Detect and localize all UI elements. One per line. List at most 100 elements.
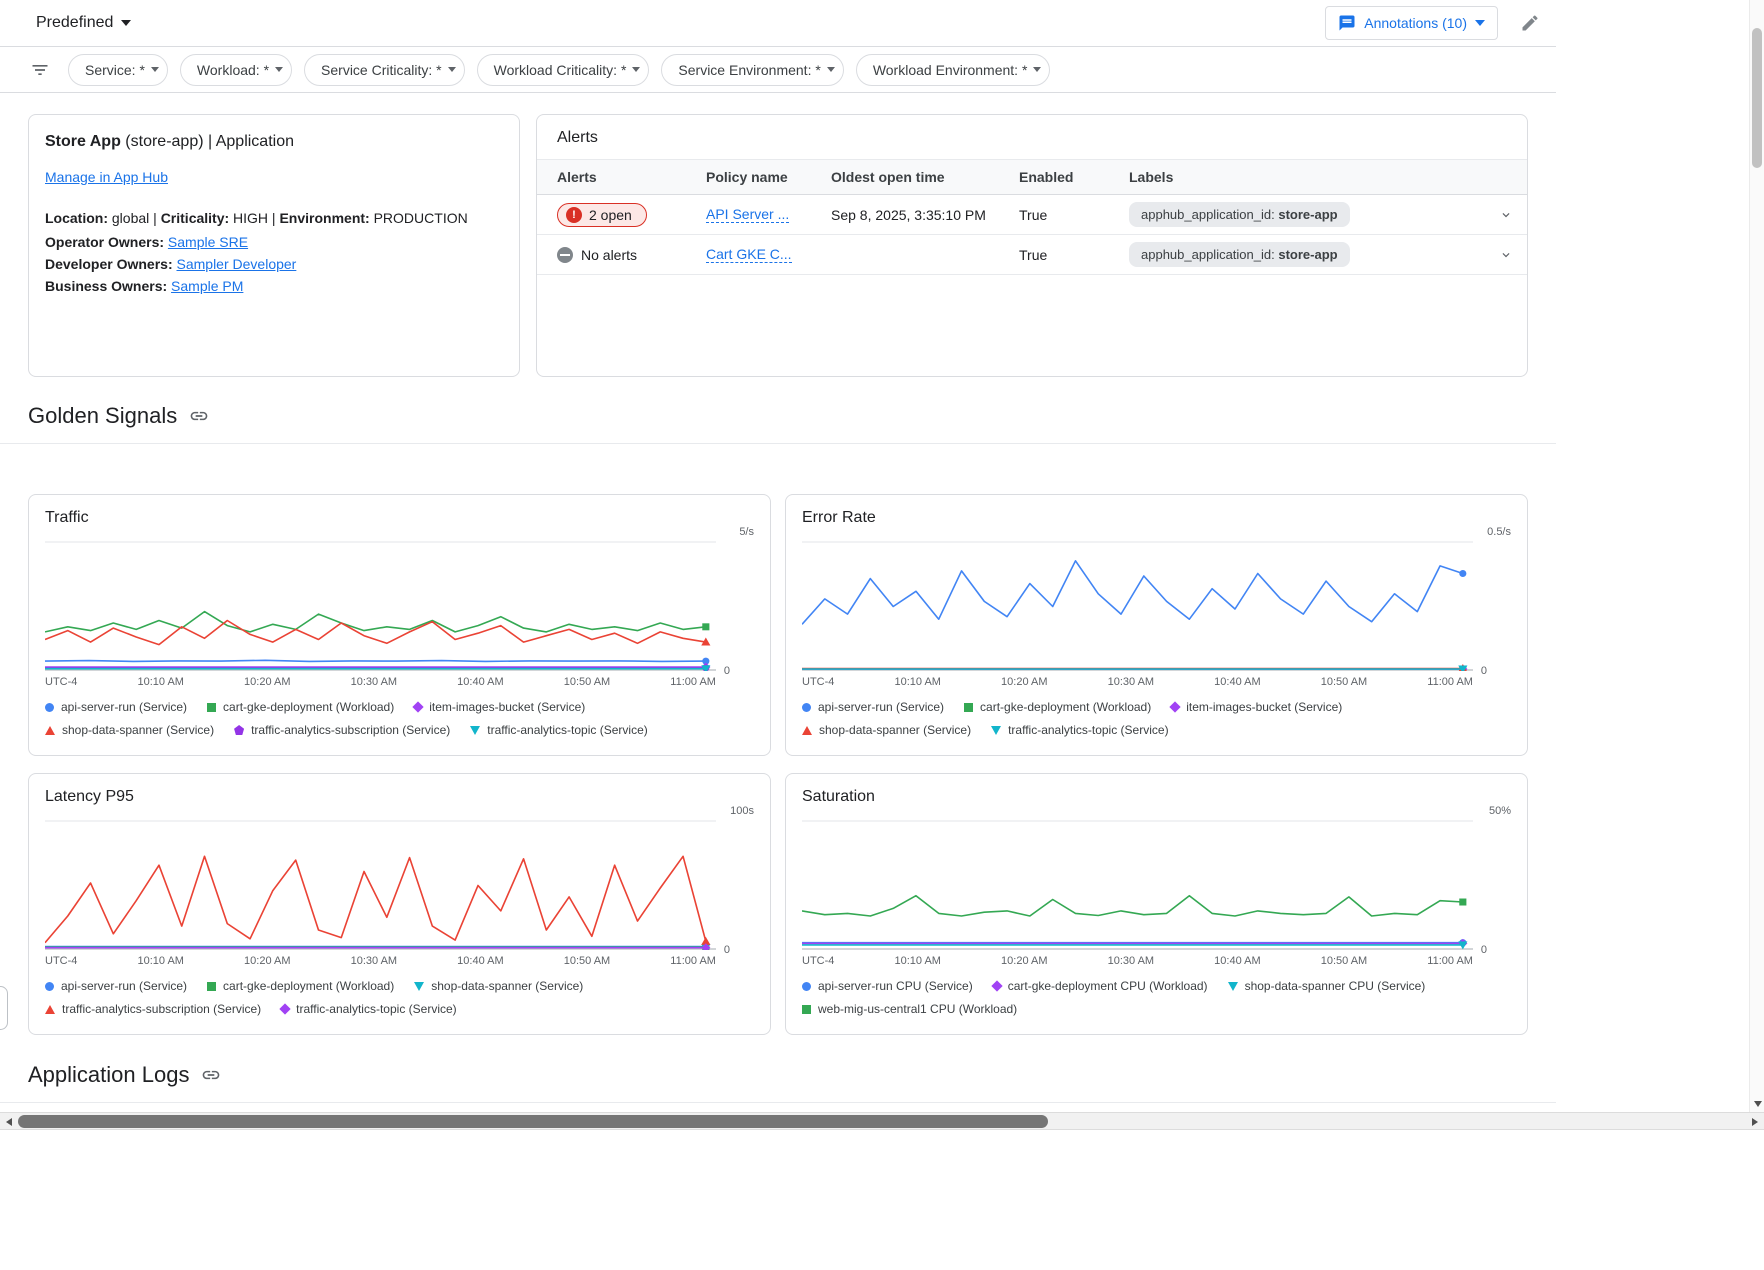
filter-chip-workload[interactable]: Workload: * [180, 54, 292, 86]
y-axis-zero-label: 0 [1481, 665, 1487, 677]
horizontal-scrollbar[interactable] [0, 1112, 1764, 1130]
series-label: api-server-run (Service) [61, 700, 187, 714]
chevron-down-icon [275, 67, 283, 72]
view-selector-label: Predefined [36, 14, 113, 32]
annotations-label: Annotations (10) [1364, 15, 1467, 31]
legend-item[interactable]: shop-data-spanner (Service) [414, 979, 583, 993]
filter-chip-workload-environment[interactable]: Workload Environment: * [856, 54, 1051, 86]
legend-item[interactable]: traffic-analytics-subscription (Service) [45, 1002, 261, 1016]
golden-signals-charts: Traffic 5/s 0 UTC-410:10 AM10:20 AM10:30… [0, 444, 1556, 1035]
legend-item[interactable]: traffic-analytics-topic (Service) [470, 723, 648, 737]
legend-item[interactable]: traffic-analytics-subscription (Service) [234, 723, 450, 737]
error-rate-chart-plot[interactable] [802, 541, 1473, 671]
application-logs-section-header: Application Logs [0, 1062, 1556, 1103]
x-tick-label: 10:30 AM [1108, 955, 1154, 967]
x-axis-ticks: UTC-410:10 AM10:20 AM10:30 AM10:40 AM10:… [802, 955, 1511, 967]
traffic-chart-plot[interactable] [45, 541, 716, 671]
annotations-icon [1338, 14, 1356, 32]
series-marker-icon [991, 980, 1002, 991]
error-icon: ! [566, 207, 582, 223]
scroll-down-arrow[interactable] [1750, 1096, 1764, 1112]
expand-row-button[interactable] [1479, 204, 1527, 226]
view-selector-dropdown[interactable]: Predefined [36, 14, 131, 32]
x-tick-label: 10:10 AM [894, 955, 940, 967]
filter-chip-workload-criticality[interactable]: Workload Criticality: * [477, 54, 650, 86]
expand-row-button[interactable] [1479, 244, 1527, 266]
horizontal-scrollbar-thumb[interactable] [18, 1115, 1048, 1128]
col-enabled: Enabled [999, 169, 1109, 185]
scroll-right-arrow[interactable] [1746, 1113, 1764, 1131]
legend-item[interactable]: item-images-bucket (Service) [1171, 700, 1342, 714]
legend-item[interactable]: api-server-run (Service) [802, 700, 944, 714]
legend-item[interactable]: traffic-analytics-topic (Service) [991, 723, 1169, 737]
series-marker-icon [45, 1005, 55, 1014]
policy-name-link[interactable]: API Server ... [706, 206, 789, 223]
series-marker-icon [991, 726, 1001, 735]
legend-item[interactable]: api-server-run CPU (Service) [802, 979, 973, 993]
developer-owner-link[interactable]: Sampler Developer [177, 256, 297, 272]
x-tick-label: 10:10 AM [137, 676, 183, 688]
vertical-scrollbar[interactable] [1749, 0, 1764, 1112]
edit-dashboard-button[interactable] [1520, 13, 1540, 33]
x-tick-label: 10:50 AM [1321, 676, 1367, 688]
application-name: Store App [45, 133, 121, 150]
application-info-card: Store App (store-app) | Application Mana… [28, 114, 520, 377]
series-marker-icon [802, 703, 811, 712]
x-axis-ticks: UTC-410:10 AM10:20 AM10:30 AM10:40 AM10:… [802, 676, 1511, 688]
filter-chip-service[interactable]: Service: * [68, 54, 168, 86]
x-tick-label: UTC-4 [802, 676, 834, 688]
y-axis-max-label: 0.5/s [1487, 526, 1511, 538]
legend-item[interactable]: shop-data-spanner CPU (Service) [1228, 979, 1426, 993]
saturation-chart-plot[interactable] [802, 820, 1473, 950]
series-marker-icon [234, 725, 244, 735]
filter-chip-label: Workload: * [197, 62, 269, 78]
series-label: item-images-bucket (Service) [429, 700, 585, 714]
x-tick-label: 10:30 AM [351, 676, 397, 688]
legend-item[interactable]: cart-gke-deployment (Workload) [964, 700, 1151, 714]
link-icon[interactable] [201, 1065, 221, 1085]
filter-chip-label: Service Environment: * [678, 62, 820, 78]
open-alerts-badge[interactable]: !2 open [557, 203, 647, 227]
x-axis-ticks: UTC-410:10 AM10:20 AM10:30 AM10:40 AM10:… [45, 955, 754, 967]
col-oldest-open-time: Oldest open time [811, 169, 999, 185]
label-chip[interactable]: apphub_application_id: store-app [1129, 242, 1350, 267]
vertical-scrollbar-thumb[interactable] [1752, 28, 1762, 168]
legend-item[interactable]: cart-gke-deployment (Workload) [207, 700, 394, 714]
label-chip[interactable]: apphub_application_id: store-app [1129, 202, 1350, 227]
policy-name-link[interactable]: Cart GKE C... [706, 246, 792, 263]
filter-chip-service-environment[interactable]: Service Environment: * [661, 54, 843, 86]
manage-in-app-hub-link[interactable]: Manage in App Hub [45, 169, 168, 185]
alert-row-open: !2 open API Server ... Sep 8, 2025, 3:35… [537, 195, 1527, 235]
scroll-left-arrow[interactable] [0, 1113, 18, 1131]
legend-item[interactable]: traffic-analytics-topic (Service) [281, 1002, 457, 1016]
alerts-table-header: Alerts Policy name Oldest open time Enab… [537, 159, 1527, 195]
filter-chip-label: Service: * [85, 62, 145, 78]
x-tick-label: UTC-4 [802, 955, 834, 967]
x-tick-label: 10:40 AM [457, 676, 503, 688]
business-owner-link[interactable]: Sample PM [171, 278, 243, 294]
legend-item[interactable]: web-mig-us-central1 CPU (Workload) [802, 1002, 1017, 1016]
x-tick-label: 10:20 AM [1001, 676, 1047, 688]
legend-item[interactable]: shop-data-spanner (Service) [45, 723, 214, 737]
filter-chip-service-criticality[interactable]: Service Criticality: * [304, 54, 465, 86]
side-panel-handle[interactable] [0, 986, 8, 1030]
operator-owner-link[interactable]: Sample SRE [168, 234, 248, 250]
filter-chip-label: Workload Criticality: * [494, 62, 627, 78]
legend-item[interactable]: api-server-run (Service) [45, 700, 187, 714]
legend-item[interactable]: shop-data-spanner (Service) [802, 723, 971, 737]
business-owners-line: Business Owners: Sample PM [45, 275, 503, 297]
y-axis-max-label: 5/s [739, 526, 754, 538]
series-label: traffic-analytics-topic (Service) [487, 723, 648, 737]
legend-item[interactable]: cart-gke-deployment CPU (Workload) [993, 979, 1208, 993]
legend-item[interactable]: api-server-run (Service) [45, 979, 187, 993]
x-tick-label: 10:40 AM [457, 955, 503, 967]
latency-chart-plot[interactable] [45, 820, 716, 950]
series-marker-icon [802, 726, 812, 735]
filter-bar: Service: * Workload: * Service Criticali… [0, 47, 1556, 93]
legend-item[interactable]: cart-gke-deployment (Workload) [207, 979, 394, 993]
annotations-button[interactable]: Annotations (10) [1325, 6, 1498, 40]
chart-title: Saturation [802, 788, 1511, 806]
legend-item[interactable]: item-images-bucket (Service) [414, 700, 585, 714]
x-tick-label: 10:30 AM [1108, 676, 1154, 688]
link-icon[interactable] [189, 406, 209, 426]
